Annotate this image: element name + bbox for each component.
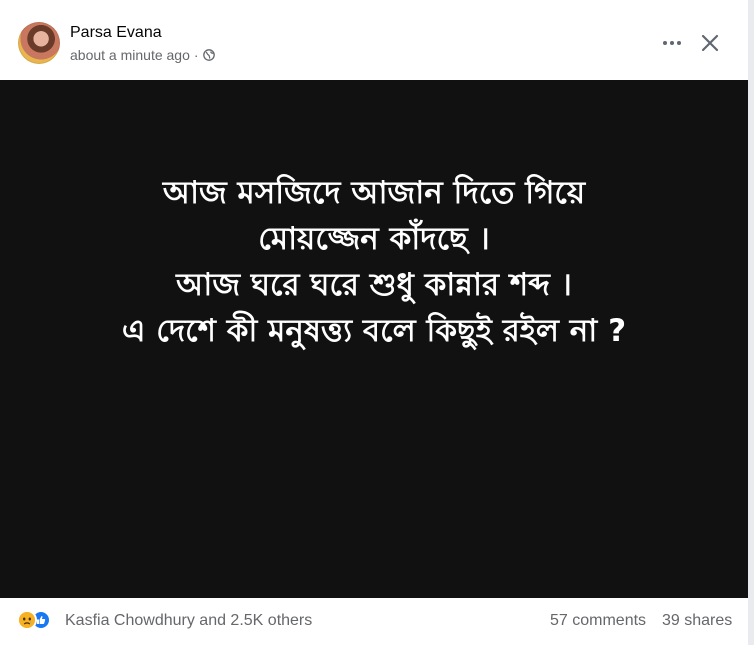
close-icon[interactable] bbox=[696, 29, 724, 57]
comments-count[interactable]: 57 comments bbox=[550, 612, 646, 630]
post-image-text: আজ মসজিদে আজান দিতে গিয়ে মোয়জ্জেন কাঁদ… bbox=[0, 170, 748, 354]
post-footer: Kasfia Chowdhury and 2.5K others 57 comm… bbox=[0, 598, 748, 645]
meta-separator: · bbox=[193, 47, 199, 63]
image-text-line: আজ মসজিদে আজান দিতে গিয়ে bbox=[162, 175, 586, 211]
reaction-icons[interactable] bbox=[17, 610, 51, 630]
post-header: Parsa Evana about a minute ago · bbox=[0, 0, 748, 80]
author-avatar[interactable] bbox=[18, 22, 60, 64]
window-edge bbox=[748, 0, 754, 645]
author-name[interactable]: Parsa Evana bbox=[70, 24, 162, 42]
post-meta: about a minute ago · bbox=[70, 47, 215, 63]
image-text-line: আজ ঘরে ঘরে শুধু কান্নার শব্দ । bbox=[176, 267, 572, 303]
shares-count[interactable]: 39 shares bbox=[662, 612, 732, 630]
post-card: Parsa Evana about a minute ago · আজ মসজি… bbox=[0, 0, 748, 645]
sad-reaction-icon bbox=[17, 610, 37, 630]
globe-icon bbox=[202, 49, 215, 61]
reactions-summary[interactable]: Kasfia Chowdhury and 2.5K others bbox=[65, 612, 312, 630]
image-text-line: মোয়জ্জেন কাঁদছে । bbox=[258, 221, 490, 257]
post-timestamp[interactable]: about a minute ago bbox=[70, 47, 190, 63]
avatar-ring bbox=[18, 22, 60, 64]
more-horizontal-icon[interactable] bbox=[658, 29, 686, 57]
image-text-line: এ দেশে কী মনুষত্ত্য বলে কিছুই রইল না ? bbox=[121, 313, 627, 349]
